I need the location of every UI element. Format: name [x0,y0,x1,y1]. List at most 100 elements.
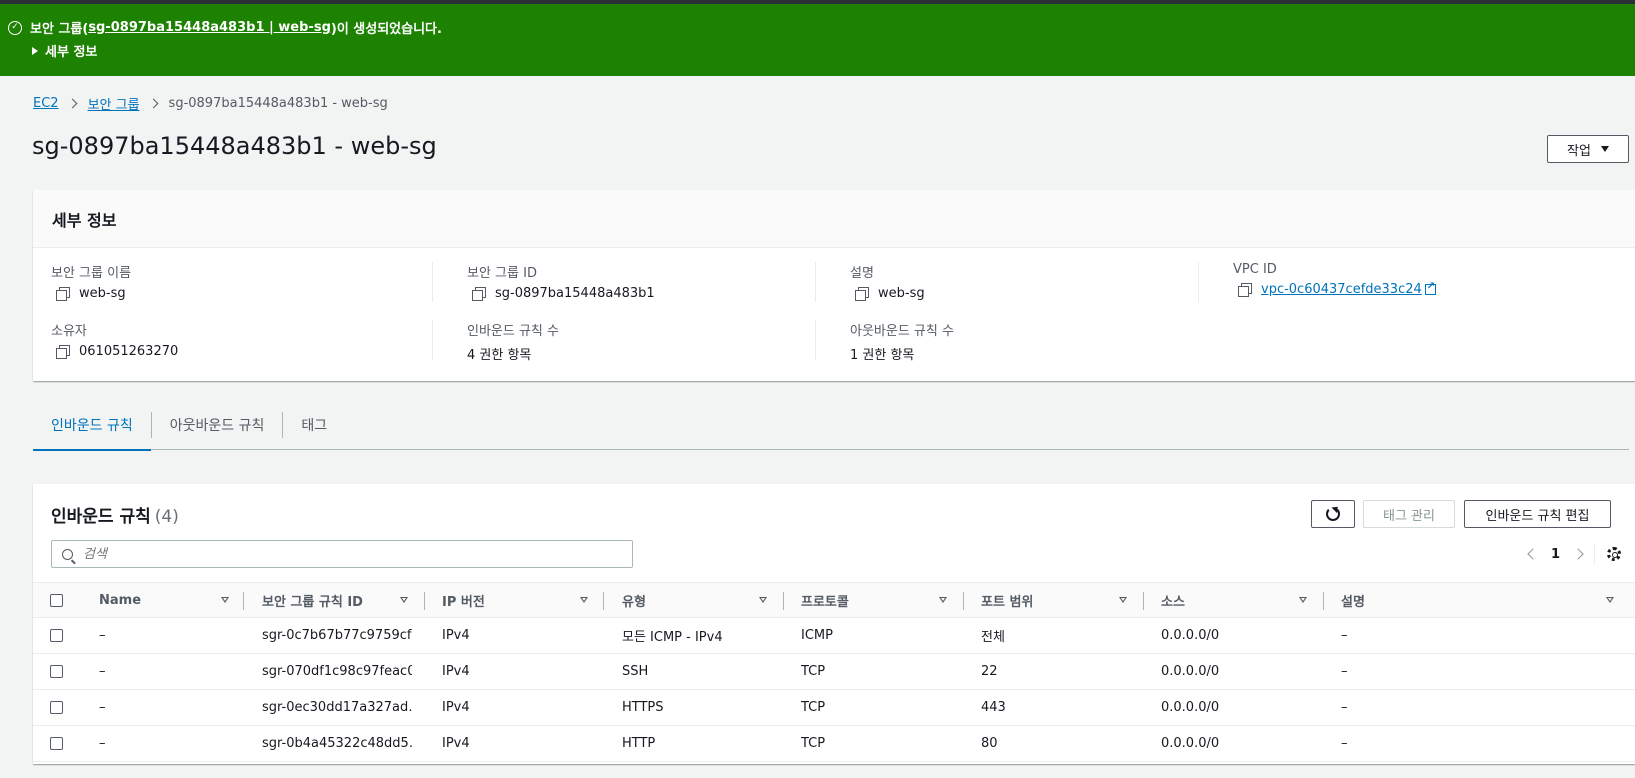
cell-source: 0.0.0.0/0 [1161,700,1220,715]
row-checkbox[interactable] [50,665,63,678]
field-description: 설명 web-sg [815,262,1195,302]
refresh-icon [1326,507,1340,521]
cell-name: – [99,700,106,715]
cell-protocol: TCP [801,736,826,751]
sort-icon[interactable] [580,597,588,603]
success-check-icon: ✓ [8,20,22,35]
cell-ip-version: IPv4 [442,664,470,679]
flash-sg-link[interactable]: sg-0897ba15448a483b1 | web-sg [88,20,331,35]
column-header-source[interactable]: 소스 [1161,583,1185,618]
search-icon [62,548,73,560]
cell-port-range: 22 [981,664,998,679]
cell-name: – [99,664,106,679]
inbound-rules-panel: 인바운드 규칙(4) 태그 관리 인바운드 규칙 편집 1 Name 보안 그룹… [33,484,1635,764]
sort-icon[interactable] [1299,597,1307,603]
select-all-checkbox[interactable] [50,594,63,607]
field-label: 인바운드 규칙 수 [467,324,559,339]
table-header: Name 보안 그룹 규칙 ID IP 버전 유형 프로토콜 포트 범위 소스 … [33,582,1635,618]
tab-inbound-rules[interactable]: 인바운드 규칙 [33,400,151,451]
field-owner: 소유자 061051263270 [51,320,431,359]
sort-icon[interactable] [221,597,229,603]
table-row[interactable]: – sgr-0b4a45322c48dd5… IPv4 HTTP TCP 80 … [33,726,1635,762]
sort-icon[interactable] [1606,597,1614,603]
row-checkbox[interactable] [50,629,63,642]
success-flash-bar: ✓ 보안 그룹( sg-0897ba15448a483b1 | web-sg )… [0,4,1635,76]
search-input[interactable] [83,546,603,562]
column-divider[interactable] [1143,592,1144,610]
field-label: 보안 그룹 ID [467,266,537,281]
search-field[interactable] [51,540,633,568]
refresh-button[interactable] [1311,500,1355,528]
copy-icon[interactable] [56,287,70,301]
field-sg-name: 보안 그룹 이름 web-sg [51,262,431,301]
column-divider[interactable] [1323,592,1324,610]
breadcrumb: EC2 보안 그룹 sg-0897ba15448a483b1 - web-sg [33,94,388,113]
cell-name: – [99,628,106,643]
manage-tags-button[interactable]: 태그 관리 [1363,500,1455,528]
column-divider[interactable] [424,592,425,610]
breadcrumb-security-groups[interactable]: 보안 그룹 [88,94,140,113]
cell-protocol: ICMP [801,628,833,643]
copy-icon[interactable] [56,345,70,359]
chevron-right-icon[interactable] [1572,548,1584,560]
flash-message: ✓ 보안 그룹( sg-0897ba15448a483b1 | web-sg )… [8,18,442,37]
cell-rule-id: sgr-0ec30dd17a327ad… [262,700,412,715]
column-header-port-range[interactable]: 포트 범위 [981,583,1033,618]
field-sg-id: 보안 그룹 ID sg-0897ba15448a483b1 [432,262,812,302]
field-value: 1 권한 항목 [850,348,915,363]
cell-port-range: 443 [981,700,1006,715]
chevron-left-icon[interactable] [1527,548,1539,560]
edit-inbound-rules-button[interactable]: 인바운드 규칙 편집 [1464,500,1611,528]
cell-name: – [99,736,106,751]
column-divider[interactable] [243,592,244,610]
caret-right-icon [32,46,38,55]
cell-type: HTTP [622,736,656,751]
details-heading: 세부 정보 [33,190,1635,248]
column-header-protocol[interactable]: 프로토콜 [801,583,849,618]
table-row[interactable]: – sgr-0ec30dd17a327ad… IPv4 HTTPS TCP 44… [33,690,1635,726]
sort-icon[interactable] [1119,597,1127,603]
sort-icon[interactable] [939,597,947,603]
cell-description: – [1341,664,1348,679]
actions-dropdown-button[interactable]: 작업 [1547,135,1629,163]
cell-description: – [1341,736,1348,751]
actions-label: 작업 [1567,143,1591,159]
cell-ip-version: IPv4 [442,736,470,751]
sort-icon[interactable] [759,597,767,603]
cell-type: HTTPS [622,700,664,715]
table-row[interactable]: – sgr-070df1c98c97feac0 IPv4 SSH TCP 22 … [33,654,1635,690]
copy-icon[interactable] [855,287,869,301]
column-divider[interactable] [603,592,604,610]
column-header-type[interactable]: 유형 [622,583,646,618]
cell-source: 0.0.0.0/0 [1161,628,1220,643]
column-divider[interactable] [963,592,964,610]
panel-title: 인바운드 규칙 (4) [51,502,179,527]
column-header-description[interactable]: 설명 [1341,583,1365,618]
column-header-rule-id[interactable]: 보안 그룹 규칙 ID [262,583,363,618]
table-row[interactable]: – sgr-0c7b67b77c9759cf8 IPv4 모든 ICMP - I… [33,618,1635,654]
field-value: 061051263270 [79,344,179,359]
breadcrumb-ec2[interactable]: EC2 [33,96,59,111]
cell-ip-version: IPv4 [442,628,470,643]
row-checkbox[interactable] [50,737,63,750]
copy-icon[interactable] [472,287,486,301]
column-divider[interactable] [783,592,784,610]
field-value: 4 권한 항목 [467,348,532,363]
field-vpc-id: VPC ID vpc-0c60437cefde33c24 [1198,262,1578,302]
copy-icon[interactable] [1238,283,1252,297]
column-header-ip-version[interactable]: IP 버전 [442,583,485,618]
tab-outbound-rules[interactable]: 아웃바운드 규칙 [152,400,283,450]
flash-details-toggle[interactable]: 세부 정보 [32,41,97,60]
external-link-icon[interactable] [1424,281,1436,295]
row-checkbox[interactable] [50,701,63,714]
flash-details-label: 세부 정보 [45,45,98,60]
sort-icon[interactable] [400,597,408,603]
column-header-name[interactable]: Name [99,583,141,618]
field-label: 설명 [850,266,874,281]
gear-icon[interactable] [1607,547,1621,561]
vpc-id-link[interactable]: vpc-0c60437cefde33c24 [1261,282,1422,297]
page-number[interactable]: 1 [1551,547,1560,562]
flash-message-suffix: )이 생성되었습니다. [330,22,442,37]
cell-port-range: 전체 [981,630,1005,645]
tab-tags[interactable]: 태그 [283,400,345,450]
